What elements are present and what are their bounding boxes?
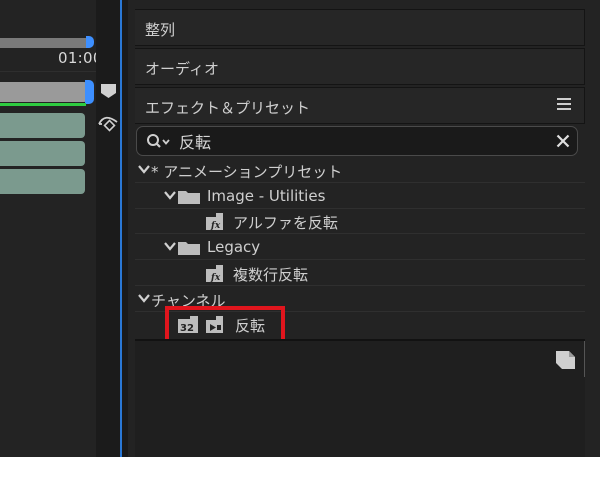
- layer-bar[interactable]: [0, 113, 85, 138]
- tree-label: アルファを反転: [233, 214, 338, 232]
- timeline-side-strip: [96, 0, 120, 457]
- tree-label: 複数行反転: [233, 266, 309, 284]
- layer-bar[interactable]: [0, 141, 85, 166]
- timeline-panel: 01:00: [0, 0, 98, 457]
- effects-search-box[interactable]: [136, 126, 578, 156]
- chevron-down-icon[interactable]: [138, 293, 150, 303]
- effect-preset-icon: fx: [206, 265, 223, 282]
- app-window: 01:00 整列 オーディオ エフェクト＆プリセット: [0, 0, 600, 457]
- layer-bar[interactable]: [0, 169, 85, 194]
- search-icon[interactable]: [146, 133, 172, 151]
- folder-icon: [178, 191, 200, 204]
- tree-label: Image - Utilities: [207, 187, 326, 205]
- tree-folder-legacy[interactable]: Legacy: [135, 235, 585, 260]
- time-ruler-bar[interactable]: [0, 38, 92, 48]
- svg-text:fx: fx: [210, 273, 221, 282]
- ruler-divider: [0, 71, 96, 72]
- chevron-down-icon[interactable]: [164, 190, 176, 200]
- tree-label: * アニメーションプリセット: [151, 163, 343, 181]
- comp-marker-icon[interactable]: [101, 84, 116, 98]
- search-input[interactable]: [179, 130, 539, 152]
- chevron-down-icon[interactable]: [164, 241, 176, 251]
- tree-category-animation-presets[interactable]: * アニメーションプリセット: [135, 158, 585, 183]
- align-panel-title: 整列: [145, 21, 176, 39]
- time-ruler-label: 01:00: [58, 49, 98, 67]
- tree-label: Legacy: [207, 238, 261, 256]
- work-area-end-handle[interactable]: [85, 80, 94, 104]
- time-ruler-end-handle[interactable]: [86, 36, 94, 48]
- tree-item-alpha-invert[interactable]: fx アルファを反転: [135, 209, 585, 234]
- folder-icon: [178, 242, 200, 255]
- clear-search-icon[interactable]: [556, 134, 570, 148]
- graph-editor-icon[interactable]: [97, 112, 119, 132]
- align-panel-header[interactable]: 整列: [135, 9, 585, 46]
- work-area-bar[interactable]: [0, 82, 88, 102]
- render-progress-line: [0, 103, 86, 106]
- new-bin-icon[interactable]: [556, 351, 575, 369]
- tree-folder-image-utilities[interactable]: Image - Utilities: [135, 184, 585, 209]
- audio-panel-header[interactable]: オーディオ: [135, 48, 585, 85]
- panel-footer: [135, 341, 585, 457]
- svg-text:fx: fx: [210, 221, 221, 230]
- audio-panel-title: オーディオ: [145, 60, 219, 78]
- hamburger-menu-icon[interactable]: [557, 98, 571, 110]
- panel-right-edge: [584, 341, 585, 377]
- chevron-down-icon[interactable]: [138, 164, 150, 174]
- effects-presets-panel-title: エフェクト＆プリセット: [145, 99, 311, 117]
- tree-item-multi-row-invert[interactable]: fx 複数行反転: [135, 261, 585, 286]
- effect-preset-icon: fx: [206, 213, 223, 230]
- effects-presets-panel-header[interactable]: エフェクト＆プリセット: [135, 87, 585, 124]
